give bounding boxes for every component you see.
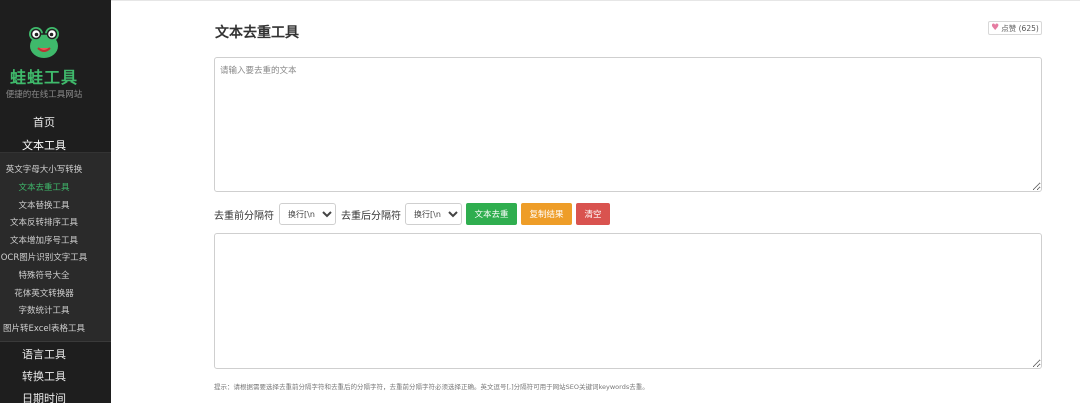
app-root: 蛙蛙工具 便捷的在线工具网站 首页 文本工具 英文字母大小写转换 文本去重工具 … xyxy=(0,0,1080,403)
like-label: 点赞 (625) xyxy=(1001,23,1039,33)
nav-text-tools[interactable]: 文本工具 xyxy=(0,137,88,153)
submenu-item-text-dedupe[interactable]: 文本去重工具 xyxy=(0,181,88,193)
page-title: 文本去重工具 xyxy=(215,25,299,41)
text-tools-submenu: 英文字母大小写转换 文本去重工具 文本替换工具 文本反转排序工具 文本增加序号工… xyxy=(0,152,111,342)
dedupe-button[interactable]: 文本去重 xyxy=(466,203,517,225)
hint-text: 提示：请根据需要选择去重前分隔字符和去重后的分隔字符，去重前分隔字符必须选择正确… xyxy=(214,383,649,391)
sep-before-select[interactable]: 换行[\n] xyxy=(279,203,336,225)
controls-row: 去重前分隔符 换行[\n] 去重后分隔符 换行[\n] 文本去重 复制结果 清空 xyxy=(214,203,1042,225)
nav-home[interactable]: 首页 xyxy=(0,114,88,130)
nav-convert-tools[interactable]: 转换工具 xyxy=(0,368,88,384)
submenu-item-case-convert[interactable]: 英文字母大小写转换 xyxy=(0,163,88,175)
top-divider xyxy=(111,0,1080,1)
nav-language-tools[interactable]: 语言工具 xyxy=(0,346,88,362)
frog-logo-icon[interactable] xyxy=(27,22,61,60)
submenu-item-ocr[interactable]: OCR图片识别文字工具 xyxy=(0,251,88,263)
like-button[interactable]: ♥ 点赞 (625) xyxy=(988,21,1042,35)
input-textarea[interactable] xyxy=(214,57,1042,192)
sep-after-select[interactable]: 换行[\n] xyxy=(405,203,462,225)
submenu-item-fancy-text[interactable]: 花体英文转换器 xyxy=(0,287,88,299)
clear-button[interactable]: 清空 xyxy=(576,203,610,225)
submenu-item-text-reverse[interactable]: 文本反转排序工具 xyxy=(0,216,88,228)
output-textarea[interactable] xyxy=(214,233,1042,369)
sep-after-label: 去重后分隔符 xyxy=(341,211,401,222)
submenu-item-special-symbols[interactable]: 特殊符号大全 xyxy=(0,269,88,281)
brand-tagline: 便捷的在线工具网站 xyxy=(5,90,83,100)
brand-name[interactable]: 蛙蛙工具 xyxy=(0,64,88,88)
copy-result-button[interactable]: 复制结果 xyxy=(521,203,572,225)
submenu-item-add-numbers[interactable]: 文本增加序号工具 xyxy=(0,234,88,246)
submenu-item-word-count[interactable]: 字数统计工具 xyxy=(0,304,88,316)
submenu-item-text-replace[interactable]: 文本替换工具 xyxy=(0,199,88,211)
sep-before-label: 去重前分隔符 xyxy=(214,211,274,222)
nav-date-time[interactable]: 日期时间 xyxy=(0,390,88,403)
sidebar: 蛙蛙工具 便捷的在线工具网站 首页 文本工具 英文字母大小写转换 文本去重工具 … xyxy=(0,0,111,403)
heart-icon: ♥ xyxy=(991,22,1000,33)
submenu-item-image-to-excel[interactable]: 图片转Excel表格工具 xyxy=(0,322,88,334)
